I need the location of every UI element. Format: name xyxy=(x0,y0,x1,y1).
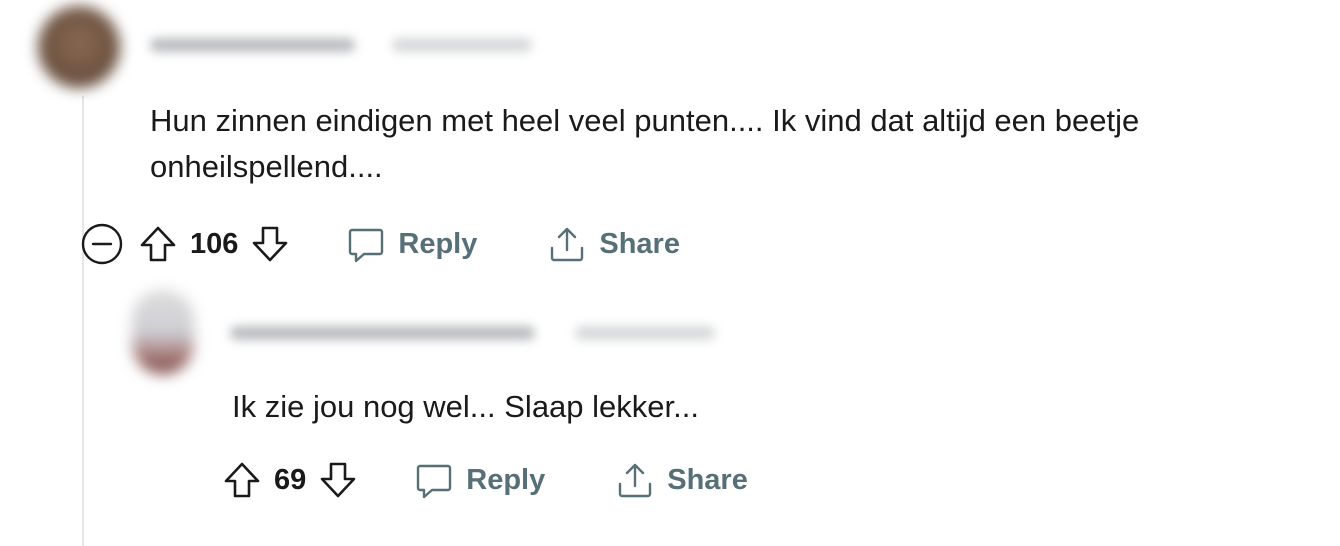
share-button[interactable]: Share xyxy=(547,224,680,264)
reply-button[interactable]: Reply xyxy=(346,224,477,264)
vote-count: 106 xyxy=(190,227,239,260)
share-upload-icon xyxy=(547,224,587,264)
avatar[interactable] xyxy=(38,6,120,88)
share-button[interactable]: Share xyxy=(615,460,748,500)
username-blurred[interactable] xyxy=(150,38,355,52)
speech-bubble-icon xyxy=(346,224,386,264)
upvote-arrow-icon[interactable] xyxy=(222,460,262,500)
comment-actions: 69 Reply Share xyxy=(222,455,748,505)
reply-label: Reply xyxy=(398,227,478,260)
thread-line[interactable] xyxy=(82,96,84,546)
reply-button[interactable]: Reply xyxy=(414,460,545,500)
share-label: Share xyxy=(599,227,680,260)
timestamp-blurred xyxy=(575,326,715,340)
downvote-arrow-icon[interactable] xyxy=(318,460,358,500)
vote-count: 69 xyxy=(274,463,307,496)
share-label: Share xyxy=(667,463,748,496)
timestamp-blurred xyxy=(392,38,532,52)
avatar[interactable] xyxy=(132,290,194,374)
speech-bubble-icon xyxy=(414,460,454,500)
username-blurred[interactable] xyxy=(230,326,535,340)
collapse-thread-icon[interactable] xyxy=(80,222,124,266)
downvote-arrow-icon[interactable] xyxy=(250,224,290,264)
comment-body: Hun zinnen eindigen met heel veel punten… xyxy=(150,103,1140,184)
comment-body: Ik zie jou nog wel... Slaap lekker... xyxy=(232,389,699,424)
reply-label: Reply xyxy=(466,463,546,496)
upvote-arrow-icon[interactable] xyxy=(138,224,178,264)
comment-actions: 106 Reply Share xyxy=(80,219,680,269)
share-upload-icon xyxy=(615,460,655,500)
